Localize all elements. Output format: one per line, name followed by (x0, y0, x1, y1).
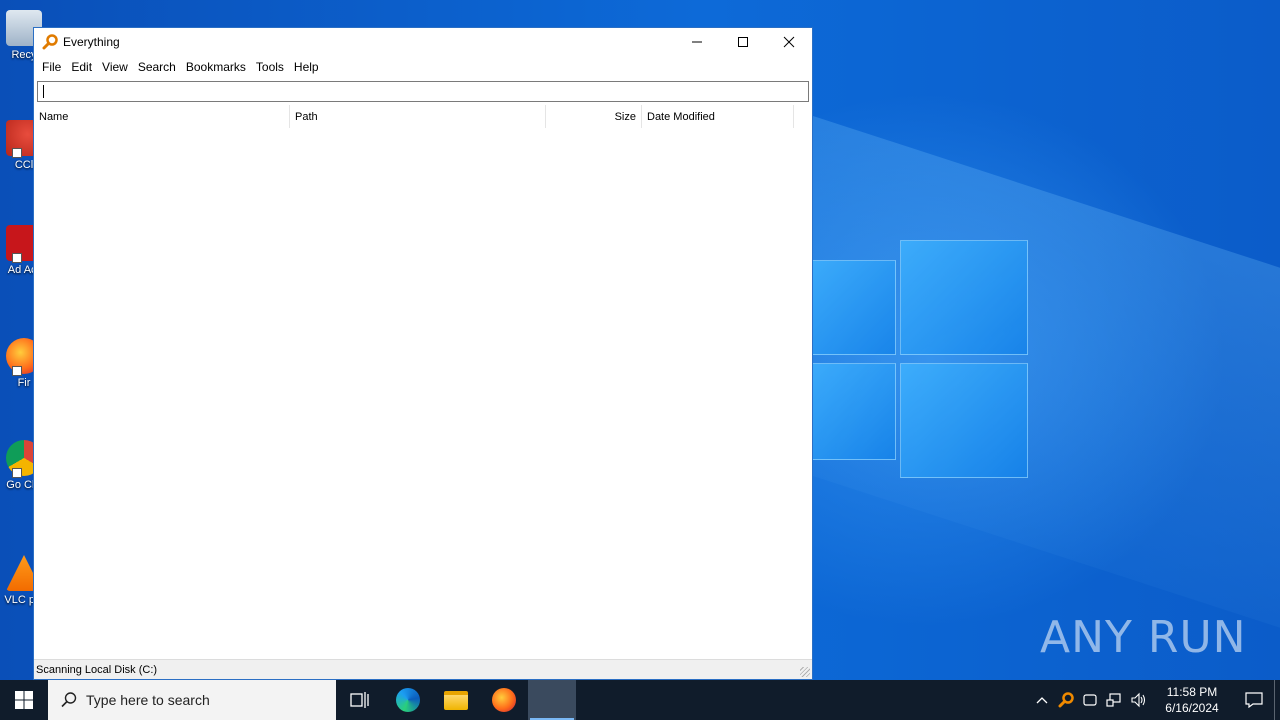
column-label: Path (295, 111, 318, 123)
column-label: Size (614, 111, 636, 123)
status-text: Scanning Local Disk (C:) (36, 663, 158, 676)
everything-app-icon (42, 34, 58, 50)
menu-help[interactable]: Help (289, 60, 324, 74)
windows-logo-wallpaper (810, 240, 1030, 480)
column-header-path[interactable]: Path (290, 105, 546, 129)
menu-bar: File Edit View Search Bookmarks Tools He… (34, 56, 812, 78)
menu-bookmarks[interactable]: Bookmarks (181, 60, 251, 74)
system-tray: 11:58 PM 6/16/2024 (1030, 680, 1280, 720)
network-icon (1106, 693, 1121, 707)
file-explorer-icon (444, 690, 468, 710)
tray-overflow-button[interactable] (1030, 680, 1054, 720)
windows-start-icon (15, 691, 33, 709)
taskbar-edge-button[interactable] (384, 680, 432, 720)
taskbar-file-explorer-button[interactable] (432, 680, 480, 720)
resize-grip[interactable] (800, 667, 810, 677)
tray-network-button[interactable] (1102, 680, 1126, 720)
text-caret (43, 85, 44, 98)
search-input[interactable] (37, 81, 809, 102)
everything-tray-icon (1058, 692, 1074, 708)
maximize-icon (738, 37, 748, 47)
tray-volume-button[interactable] (1126, 680, 1150, 720)
taskbar-search-placeholder: Type here to search (86, 692, 210, 708)
minimize-button[interactable] (674, 28, 720, 56)
search-icon (61, 692, 77, 708)
task-view-icon (350, 692, 369, 708)
clock-date: 6/16/2024 (1165, 701, 1219, 715)
taskbar-firefox-button[interactable] (480, 680, 528, 720)
anyrun-watermark: ANY RUN (1040, 612, 1247, 663)
column-header-date-modified[interactable]: Date Modified (642, 105, 794, 129)
maximize-button[interactable] (720, 28, 766, 56)
column-header-row: Name Path Size Date Modified (34, 105, 812, 129)
column-header-size[interactable]: Size (546, 105, 642, 129)
taskbar: Type here to search 11:58 PM 6/16/2024 (0, 680, 1280, 720)
edge-icon (396, 688, 420, 712)
menu-search[interactable]: Search (133, 60, 181, 74)
start-button[interactable] (0, 680, 48, 720)
firefox-icon (492, 688, 516, 712)
taskbar-clock[interactable]: 11:58 PM 6/16/2024 (1156, 684, 1228, 716)
close-button[interactable] (766, 28, 812, 56)
watermark-text: ANY RUN (1040, 612, 1247, 663)
task-view-button[interactable] (336, 680, 384, 720)
close-icon (783, 36, 795, 48)
show-desktop-button[interactable] (1274, 680, 1280, 720)
column-header-name[interactable]: Name (34, 105, 290, 129)
menu-edit[interactable]: Edit (66, 60, 97, 74)
window-title: Everything (63, 35, 120, 49)
taskbar-everything-button[interactable] (528, 680, 576, 720)
volume-icon (1131, 692, 1146, 708)
everything-window: Everything File Edit View Search Bookmar… (33, 27, 813, 680)
menu-file[interactable]: File (37, 60, 66, 74)
tray-everything-button[interactable] (1054, 680, 1078, 720)
menu-tools[interactable]: Tools (251, 60, 289, 74)
column-label: Name (39, 111, 69, 123)
status-bar: Scanning Local Disk (C:) (34, 659, 812, 679)
chevron-up-icon (1036, 697, 1048, 704)
notification-icon (1245, 692, 1263, 708)
results-list[interactable] (34, 128, 812, 660)
minimize-icon (692, 41, 702, 43)
tray-meet-now-button[interactable] (1078, 680, 1102, 720)
menu-view[interactable]: View (97, 60, 133, 74)
meet-now-icon (1083, 694, 1097, 706)
taskbar-search-box[interactable]: Type here to search (48, 680, 336, 720)
column-label: Date Modified (647, 111, 715, 123)
clock-time: 11:58 PM (1166, 685, 1218, 699)
title-bar[interactable]: Everything (34, 28, 812, 56)
action-center-button[interactable] (1234, 680, 1274, 720)
